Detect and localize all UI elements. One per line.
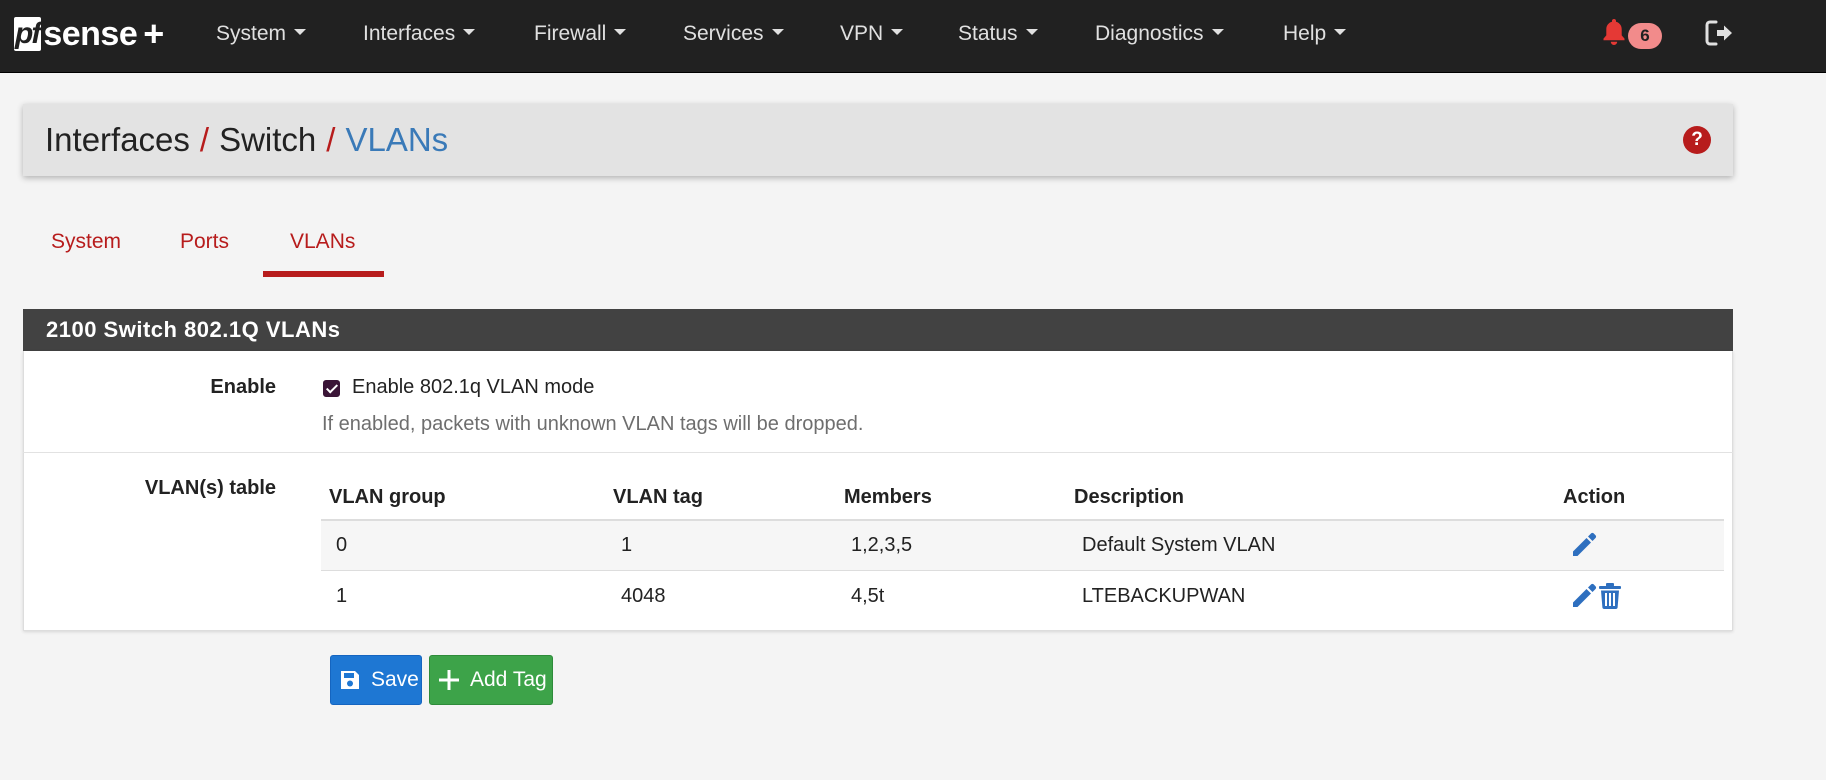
- nav-menu-label: System: [216, 22, 287, 45]
- pfsense-logo[interactable]: pf sense +: [14, 14, 164, 54]
- enable-vlan-checkbox[interactable]: [323, 380, 340, 397]
- cell-description: LTEBACKUPWAN: [1082, 585, 1246, 607]
- add-tag-button[interactable]: Add Tag: [429, 655, 553, 705]
- nav-menu-firewall[interactable]: Firewall: [534, 20, 627, 48]
- nav-menu-services[interactable]: Services: [683, 20, 784, 48]
- caret-down-icon: [294, 29, 307, 36]
- save-icon: [341, 671, 359, 689]
- tab-system[interactable]: System: [51, 229, 121, 255]
- cell-members: 1,2,3,5: [851, 534, 913, 556]
- breadcrumb: Interfaces / Switch / VLANs: [45, 120, 448, 160]
- nav-menu-system[interactable]: System: [216, 20, 307, 48]
- table-row: 1 4048 4,5t LTEBACKUPWAN: [321, 572, 1724, 622]
- notification-count-badge[interactable]: 6: [1628, 23, 1662, 49]
- enable-label: Enable: [210, 376, 276, 398]
- save-button-label: Save: [371, 668, 419, 691]
- tab-ports[interactable]: Ports: [180, 229, 229, 255]
- caret-down-icon: [1211, 29, 1224, 36]
- column-header-vlan-tag: VLAN tag: [613, 486, 703, 508]
- column-header-vlan-group: VLAN group: [329, 486, 446, 508]
- top-navbar: pf sense + System Interfaces Firewall Se…: [0, 0, 1826, 73]
- help-icon[interactable]: ?: [1683, 126, 1711, 154]
- enable-vlan-checkbox-label[interactable]: Enable 802.1q VLAN mode: [352, 376, 594, 399]
- cell-vlan-group: 1: [336, 585, 348, 607]
- cell-vlan-tag: 4048: [621, 585, 666, 607]
- column-header-description: Description: [1074, 486, 1185, 508]
- bell-icon[interactable]: [1600, 17, 1628, 47]
- column-header-action: Action: [1563, 486, 1626, 508]
- nav-menu-label: Diagnostics: [1095, 22, 1204, 45]
- nav-menu-status[interactable]: Status: [958, 20, 1038, 48]
- caret-down-icon: [891, 29, 904, 36]
- nav-menu-label: Firewall: [534, 22, 607, 45]
- breadcrumb-item-switch[interactable]: Switch: [219, 121, 316, 158]
- nav-menu-label: Status: [958, 22, 1018, 45]
- enable-help-text: If enabled, packets with unknown VLAN ta…: [322, 413, 864, 435]
- caret-down-icon: [614, 29, 627, 36]
- logo-sense: sense: [43, 15, 138, 53]
- nav-menu-label: Services: [683, 22, 764, 45]
- save-button[interactable]: Save: [330, 655, 422, 705]
- logo-pf: pf: [14, 17, 41, 51]
- nav-menu-label: Help: [1283, 22, 1327, 45]
- cell-description: Default System VLAN: [1082, 534, 1276, 556]
- caret-down-icon: [1025, 29, 1038, 36]
- row-divider: [23, 452, 1733, 453]
- caret-down-icon: [771, 29, 784, 36]
- edit-icon[interactable]: [1569, 530, 1599, 560]
- logout-icon[interactable]: [1704, 18, 1734, 48]
- plus-icon: [439, 670, 459, 690]
- breadcrumb-panel: Interfaces / Switch / VLANs ?: [23, 104, 1733, 176]
- logo-plus: +: [143, 13, 165, 54]
- column-header-members: Members: [844, 486, 932, 508]
- nav-menu-label: VPN: [840, 22, 884, 45]
- breadcrumb-item-interfaces[interactable]: Interfaces: [45, 121, 190, 158]
- table-row: 0 1 1,2,3,5 Default System VLAN: [321, 521, 1724, 571]
- cell-vlan-tag: 1: [621, 534, 633, 556]
- breadcrumb-separator: /: [326, 121, 336, 158]
- cell-members: 4,5t: [851, 585, 885, 607]
- tab-vlans[interactable]: VLANs: [290, 229, 355, 255]
- section-title: 2100 Switch 802.1Q VLANs: [23, 309, 1733, 351]
- trash-icon[interactable]: [1595, 581, 1625, 611]
- vlan-table-label: VLAN(s) table: [144, 477, 276, 499]
- nav-menu-vpn[interactable]: VPN: [840, 20, 904, 48]
- nav-menu-diagnostics[interactable]: Diagnostics: [1095, 20, 1224, 48]
- caret-down-icon: [463, 29, 476, 36]
- nav-menu-help[interactable]: Help: [1283, 20, 1347, 48]
- active-tab-indicator: [263, 271, 384, 277]
- caret-down-icon: [1334, 29, 1347, 36]
- nav-menu-interfaces[interactable]: Interfaces: [363, 20, 476, 48]
- breadcrumb-separator: /: [199, 121, 210, 158]
- breadcrumb-item-vlans[interactable]: VLANs: [345, 121, 448, 158]
- nav-menu-label: Interfaces: [363, 22, 456, 45]
- cell-vlan-group: 0: [336, 534, 348, 556]
- add-tag-button-label: Add Tag: [470, 668, 547, 691]
